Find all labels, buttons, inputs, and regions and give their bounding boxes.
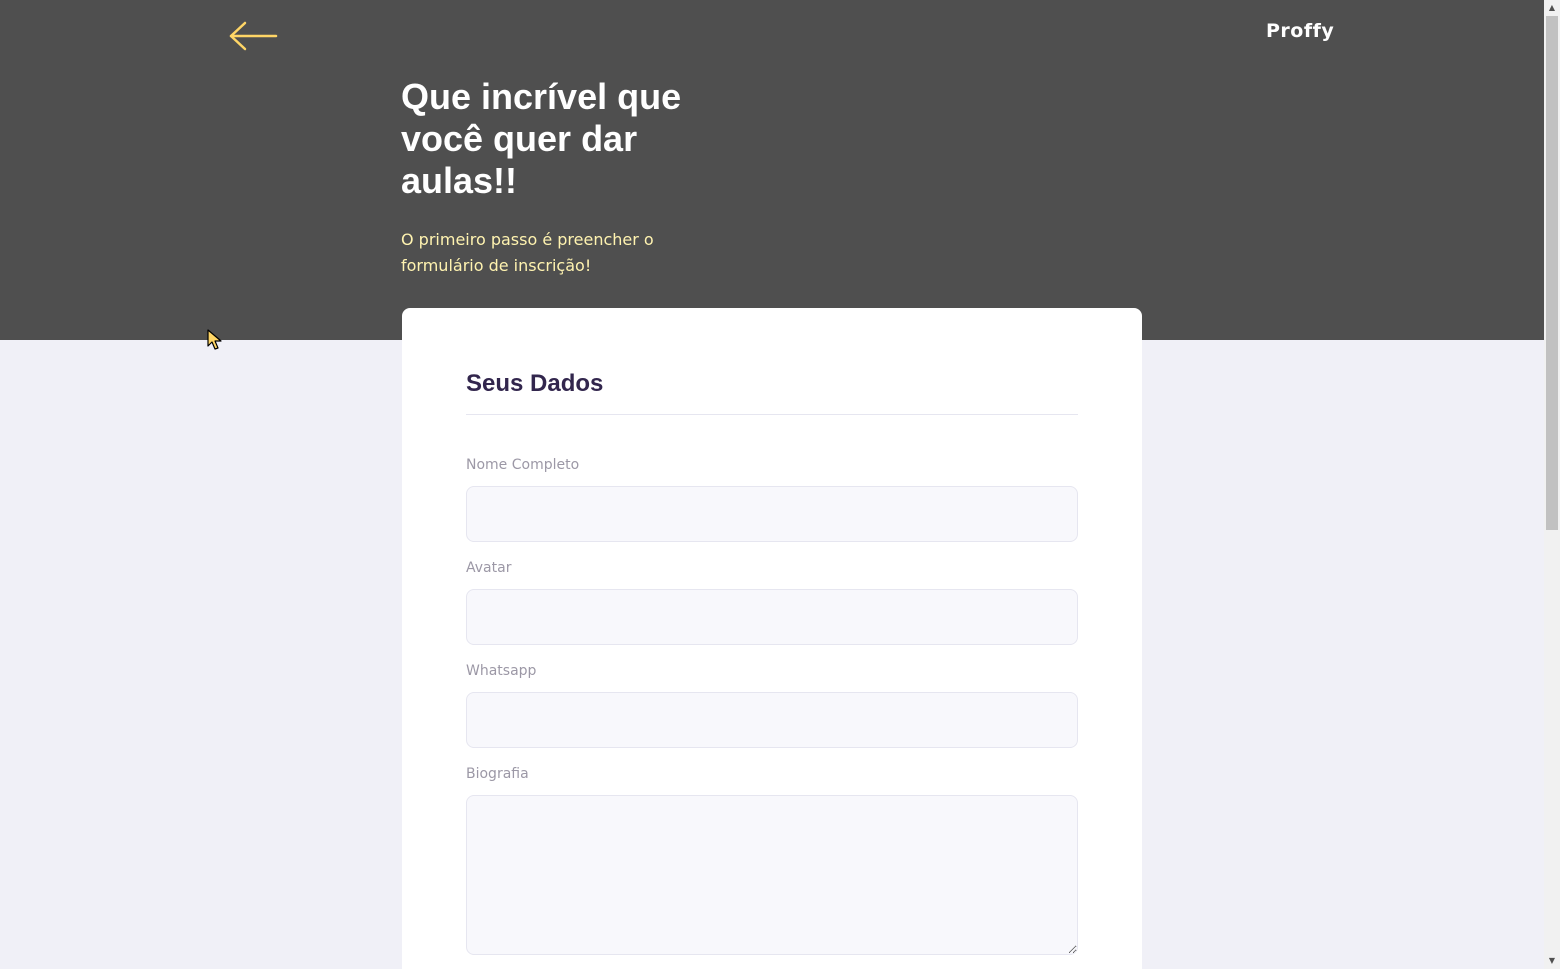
scroll-down-icon[interactable]: ▼ (1544, 953, 1560, 969)
name-label: Nome Completo (466, 457, 580, 473)
avatar-input[interactable] (466, 589, 1078, 645)
registration-form: Seus Dados Nome Completo Avatar Whatsapp… (402, 308, 1142, 969)
page: Proffy Que incrível que você quer dar au… (0, 0, 1544, 969)
page-title: Que incrível que você quer dar aulas!! (401, 76, 682, 201)
name-input[interactable] (466, 486, 1078, 542)
scroll-up-icon[interactable]: ▲ (1544, 0, 1560, 16)
bio-label: Biografia (466, 766, 529, 782)
bio-textarea[interactable] (466, 795, 1078, 955)
page-subtitle: O primeiro passo é preencher o formulári… (401, 230, 654, 275)
whatsapp-label: Whatsapp (466, 663, 537, 679)
scrollbar-thumb[interactable] (1546, 16, 1558, 530)
brand-logo: Proffy (1266, 20, 1335, 42)
page-header: Proffy Que incrível que você quer dar au… (0, 0, 1544, 340)
section-divider (466, 414, 1078, 415)
arrow-left-icon (229, 21, 278, 51)
avatar-label: Avatar (466, 560, 512, 576)
back-button[interactable] (226, 18, 280, 54)
section-title: Seus Dados (466, 370, 604, 397)
whatsapp-input[interactable] (466, 692, 1078, 748)
vertical-scrollbar[interactable]: ▲ ▼ (1544, 0, 1560, 969)
